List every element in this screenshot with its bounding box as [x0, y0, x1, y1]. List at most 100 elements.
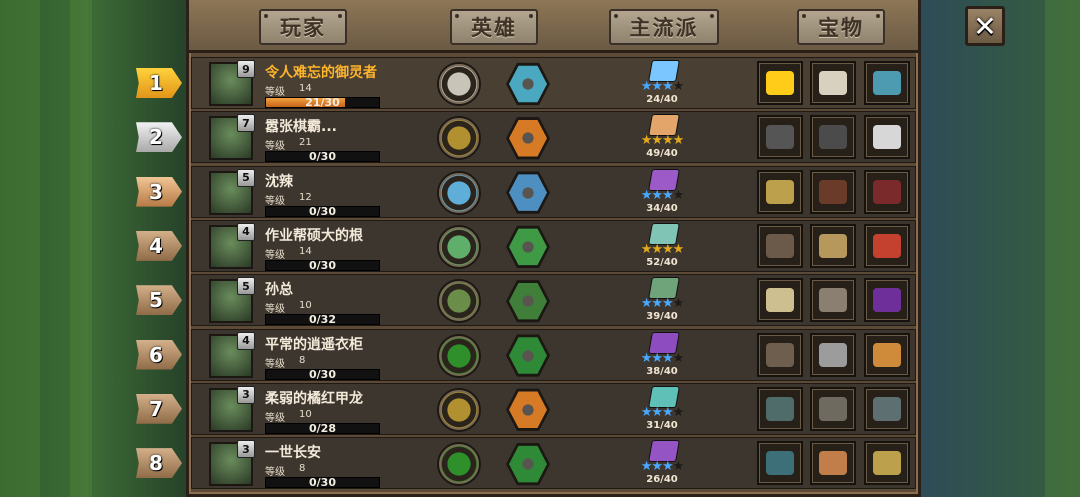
- player-avatar[interactable]: 7: [209, 114, 255, 161]
- xp-text: 0/30: [309, 367, 336, 381]
- hero-medallion-icon[interactable]: [437, 387, 481, 432]
- avatar-level-badge: 9: [237, 60, 255, 78]
- treasure-slot[interactable]: [810, 169, 856, 214]
- leaderboard-row[interactable]: 3 一世长安 等级 8 0/30 ★★★★ 26/40: [191, 437, 916, 490]
- leaderboard-row[interactable]: 3 柔弱的橘红甲龙 等级 10 0/28 ★★★★ 31/40: [191, 382, 916, 435]
- level-value: 14: [299, 245, 312, 257]
- tab-treasures[interactable]: 宝物: [797, 9, 885, 45]
- treasure-slot[interactable]: [810, 332, 856, 377]
- treasure-slot[interactable]: [810, 441, 856, 486]
- player-avatar[interactable]: 3: [209, 440, 255, 487]
- player-avatar[interactable]: 5: [209, 277, 255, 324]
- hero-medallion-icon[interactable]: [437, 333, 481, 378]
- treasure-slot[interactable]: [864, 278, 910, 323]
- player-avatar[interactable]: 4: [209, 331, 255, 378]
- star-icon: ★: [651, 459, 663, 475]
- hero-medallion-icon[interactable]: [437, 62, 481, 106]
- player-name: 孙总: [265, 282, 293, 299]
- tab-heroes[interactable]: 英雄: [450, 9, 538, 45]
- star-icon: ★: [672, 241, 685, 257]
- star-icon: ★: [672, 404, 685, 420]
- faction-stars: ★★★★: [632, 242, 692, 257]
- player-name: 一世长安: [265, 445, 321, 462]
- treasure-slot[interactable]: [757, 169, 803, 214]
- star-icon: ★: [640, 79, 653, 94]
- leaderboard-row[interactable]: 9 令人难忘的御灵者 等级 14 21/30 ★★★★ 24/40: [191, 57, 916, 109]
- hero-emblem-icon[interactable]: [506, 442, 550, 486]
- hero-medallion-icon[interactable]: [437, 170, 481, 215]
- tab-mainstream[interactable]: 主流派: [609, 9, 719, 45]
- hero-emblem-icon[interactable]: [506, 62, 550, 106]
- staff-icon: [819, 396, 847, 421]
- xp-text: 0/30: [309, 258, 336, 272]
- faction-stars: ★★★★: [632, 188, 692, 203]
- hero-emblem-icon[interactable]: [506, 280, 550, 323]
- player-name: 平常的逍遥衣柜: [265, 336, 363, 353]
- avatar-level-badge: 3: [237, 385, 255, 404]
- treasure-slot[interactable]: [864, 332, 910, 377]
- treasure-slot[interactable]: [864, 386, 910, 431]
- bracelet-icon: [819, 451, 847, 476]
- leaderboard-row[interactable]: 4 平常的逍遥衣柜 等级 8 0/30 ★★★★ 38/40: [191, 328, 916, 381]
- star-icon: ★: [662, 296, 674, 312]
- helmet-icon: [766, 125, 794, 150]
- player-name: 作业帮硕大的根: [265, 227, 363, 244]
- hero-emblem-icon[interactable]: [506, 334, 550, 377]
- rank-badge: 5: [136, 285, 182, 316]
- hero-emblem-icon[interactable]: [506, 388, 550, 431]
- treasure-slot[interactable]: [757, 441, 803, 486]
- treasure-slot[interactable]: [864, 61, 910, 105]
- treasure-slot[interactable]: [757, 223, 803, 268]
- rank-badge: 6: [136, 339, 182, 370]
- faction-stars: ★★★★: [632, 351, 692, 366]
- treasure-slot[interactable]: [757, 332, 803, 377]
- hero-emblem-icon[interactable]: [506, 225, 550, 269]
- spellbook-icon: [873, 179, 901, 204]
- star-icon: ★: [640, 133, 653, 149]
- player-avatar[interactable]: 3: [209, 385, 255, 432]
- player-avatar[interactable]: 9: [209, 60, 255, 106]
- hero-medallion-icon[interactable]: [437, 442, 481, 487]
- player-avatar[interactable]: 4: [209, 222, 255, 269]
- star-icon: ★: [672, 133, 685, 149]
- avatar-level-badge: 4: [237, 222, 255, 241]
- player-name: 嚣张棋霸...: [265, 119, 337, 136]
- faction-score: 52/40: [646, 256, 678, 268]
- treasure-slot[interactable]: [810, 223, 856, 268]
- hero-medallion-icon[interactable]: [437, 279, 481, 324]
- gear-icon: [766, 71, 794, 95]
- leaderboard-row[interactable]: 7 嚣张棋霸... 等级 21 0/30 ★★★★ 49/40: [191, 111, 916, 164]
- spear-icon: [819, 288, 847, 313]
- star-icon: ★: [651, 350, 663, 366]
- player-avatar[interactable]: 5: [209, 168, 255, 215]
- leaderboard-row[interactable]: 5 沈辣 等级 12 0/30 ★★★★ 34/40: [191, 165, 916, 218]
- treasure-slot[interactable]: [864, 223, 910, 268]
- player-name: 柔弱的橘红甲龙: [265, 390, 363, 407]
- hero-emblem-icon[interactable]: [506, 171, 550, 214]
- treasure-slot[interactable]: [810, 386, 856, 431]
- medkit-icon: [873, 125, 901, 150]
- treasure-slot[interactable]: [757, 278, 803, 323]
- star-icon: ★: [651, 404, 663, 420]
- treasure-slot[interactable]: [757, 115, 803, 160]
- treasure-slot[interactable]: [864, 441, 910, 486]
- treasure-slot[interactable]: [864, 169, 910, 214]
- hero-medallion-icon[interactable]: [437, 224, 481, 269]
- leaderboard-row[interactable]: 4 作业帮硕大的根 等级 14 0/30 ★★★★ 52/40: [191, 219, 916, 272]
- treasure-slot[interactable]: [757, 386, 803, 431]
- avatar-level-badge: 4: [237, 331, 255, 350]
- hat-icon: [819, 125, 847, 150]
- treasure-slot[interactable]: [810, 115, 856, 160]
- close-button[interactable]: ✕: [965, 6, 1005, 46]
- treasure-slot[interactable]: [864, 115, 910, 160]
- anvil-icon: [766, 396, 794, 421]
- hero-medallion-icon[interactable]: [437, 116, 481, 161]
- leaderboard-row[interactable]: 5 孙总 等级 10 0/32 ★★★★ 39/40: [191, 274, 916, 327]
- treasure-slot[interactable]: [810, 61, 856, 105]
- tab-players[interactable]: 玩家: [259, 9, 347, 45]
- treasure-slot[interactable]: [757, 61, 803, 105]
- rank-badge: 2: [136, 122, 182, 153]
- treasure-slot[interactable]: [810, 278, 856, 323]
- vip-card-icon: [766, 179, 794, 204]
- hero-emblem-icon[interactable]: [506, 117, 550, 160]
